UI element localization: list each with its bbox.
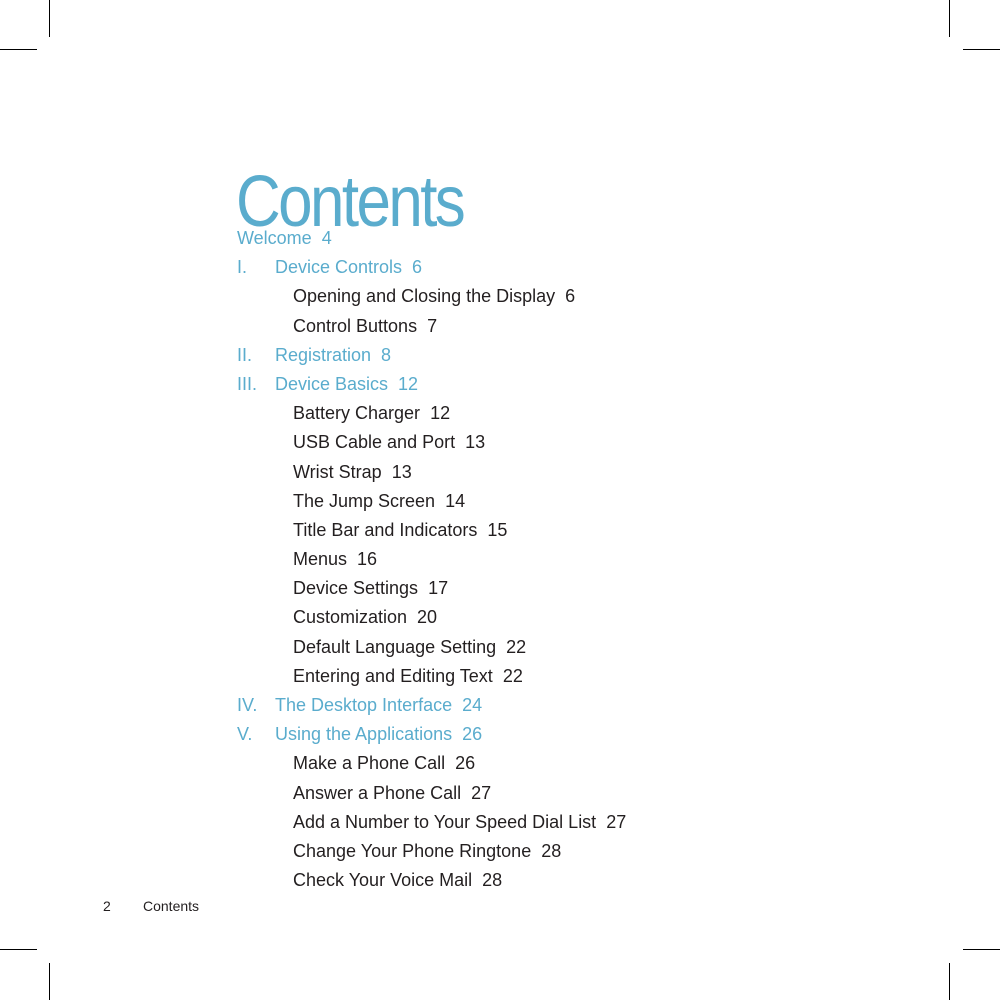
toc-section-entry[interactable]: Control Buttons 7 <box>237 314 626 343</box>
toc-page-number: 12 <box>398 373 419 394</box>
toc-page-number: 4 <box>321 228 332 248</box>
toc-page-number: 6 <box>412 257 423 278</box>
crop-mark <box>949 963 951 1000</box>
toc-section-entry[interactable]: Battery Charger 12 <box>237 401 626 430</box>
toc-section-entry[interactable]: Add a Number to Your Speed Dial List 27 <box>237 810 626 839</box>
toc-section-entry[interactable]: The Jump Screen 14 <box>237 489 626 518</box>
toc-chapter-number: III. <box>237 373 258 394</box>
toc-chapter-number: IV. <box>237 695 258 715</box>
toc-page-number: 27 <box>606 811 627 832</box>
toc-chapter-entry[interactable]: Welcome 4 <box>237 226 626 255</box>
toc-entry-label: Control Buttons <box>293 315 418 336</box>
toc-entry-label: Using the Applications <box>275 724 453 745</box>
toc-chapter-entry[interactable]: V. Using the Applications 26 <box>237 722 626 751</box>
toc-entry-label: Device Controls <box>275 257 403 278</box>
crop-mark <box>963 949 1000 951</box>
toc-entry-label: USB Cable and Port <box>293 432 456 453</box>
toc-page-number: 12 <box>430 403 451 424</box>
crop-mark <box>49 0 51 37</box>
toc-chapter-number: I. <box>237 257 248 278</box>
crop-mark <box>963 49 1000 51</box>
toc-page-number: 13 <box>465 432 486 453</box>
toc-entry-label: Menus <box>293 549 348 570</box>
toc-entry-label: Check Your Voice Mail <box>293 870 473 891</box>
toc-chapter-entry[interactable]: IV. The Desktop Interface 24 <box>237 693 626 722</box>
toc-page-number: 24 <box>462 695 483 715</box>
toc-entry-label: Device Settings <box>293 578 419 599</box>
toc-section-entry[interactable]: Customization 20 <box>237 605 626 634</box>
crop-mark <box>0 949 37 951</box>
toc-entry-label: Add a Number to Your Speed Dial List <box>293 811 597 832</box>
toc-entry-label: The Jump Screen <box>293 490 436 511</box>
toc-entry-label: Battery Charger <box>293 403 421 424</box>
toc-entry-label: Entering and Editing Text <box>293 665 493 686</box>
toc-page-number: 28 <box>541 840 562 861</box>
toc-section-entry[interactable]: Device Settings 17 <box>237 576 626 605</box>
toc-entry-label: The Desktop Interface <box>275 695 453 715</box>
toc-chapter-number: II. <box>237 344 253 365</box>
toc-page-number: 17 <box>428 578 449 599</box>
toc-entry-label: Registration <box>275 344 372 365</box>
toc-entry-label: Change Your Phone Ringtone <box>293 840 532 861</box>
toc-entry-label: Make a Phone Call <box>293 753 446 774</box>
toc-page-number: 28 <box>482 870 503 891</box>
toc-section-entry[interactable]: Menus 16 <box>237 547 626 576</box>
toc-page-number: 15 <box>487 519 508 540</box>
toc-page-number: 26 <box>455 753 476 774</box>
toc-chapter-number: V. <box>237 724 253 745</box>
toc-page-number: 16 <box>357 549 378 570</box>
crop-mark <box>949 0 951 37</box>
toc-section-entry[interactable]: Default Language Setting 22 <box>237 635 626 664</box>
toc-page-number: 6 <box>565 286 576 307</box>
toc-chapter-entry[interactable]: II. Registration 8 <box>237 343 626 372</box>
toc-entry-label: Wrist Strap <box>293 461 382 482</box>
toc-entry-label: Answer a Phone Call <box>293 782 462 803</box>
toc-page-number: 13 <box>391 461 412 482</box>
toc-section-entry[interactable]: Title Bar and Indicators 15 <box>237 518 626 547</box>
toc-entry-label: Default Language Setting <box>293 636 497 657</box>
toc-entry-label: Welcome <box>237 228 312 248</box>
toc-entry-label: Device Basics <box>275 373 389 394</box>
toc-page-number: 20 <box>417 607 438 628</box>
toc-section-entry[interactable]: Answer a Phone Call 27 <box>237 781 626 810</box>
toc-page-number: 26 <box>462 724 483 745</box>
toc-page-number: 22 <box>506 636 527 657</box>
crop-mark <box>0 49 37 51</box>
toc-page-number: 7 <box>427 315 438 336</box>
toc-page-number: 8 <box>381 344 392 365</box>
toc-section-entry[interactable]: Make a Phone Call 26 <box>237 751 626 780</box>
toc-page-number: 27 <box>471 782 492 803</box>
crop-mark <box>49 963 51 1000</box>
toc-entry-label: Title Bar and Indicators <box>293 519 478 540</box>
toc-entry-label: Customization <box>293 607 408 628</box>
toc-section-entry[interactable]: Wrist Strap 13 <box>237 460 626 489</box>
toc-page-number: 14 <box>445 490 466 511</box>
toc-chapter-entry[interactable]: I. Device Controls 6 <box>237 255 626 284</box>
toc-page-number: 22 <box>502 665 523 686</box>
toc-section-entry[interactable]: Check Your Voice Mail 28 <box>237 868 626 897</box>
table-of-contents: Welcome 4 I. Device Controls 6 Opening and Cl… <box>237 226 626 897</box>
toc-section-entry[interactable]: Entering and Editing Text 22 <box>237 664 626 693</box>
toc-section-entry[interactable]: Change Your Phone Ringtone 28 <box>237 839 626 868</box>
footer-section-label: Contents <box>143 898 200 914</box>
toc-section-entry[interactable]: Opening and Closing the Display 6 <box>237 284 626 313</box>
toc-chapter-entry[interactable]: III. Device Basics 12 <box>237 372 626 401</box>
toc-entry-label: Opening and Closing the Display <box>293 286 556 307</box>
footer-page-number: 2 <box>103 898 111 914</box>
toc-section-entry[interactable]: USB Cable and Port 13 <box>237 430 626 459</box>
